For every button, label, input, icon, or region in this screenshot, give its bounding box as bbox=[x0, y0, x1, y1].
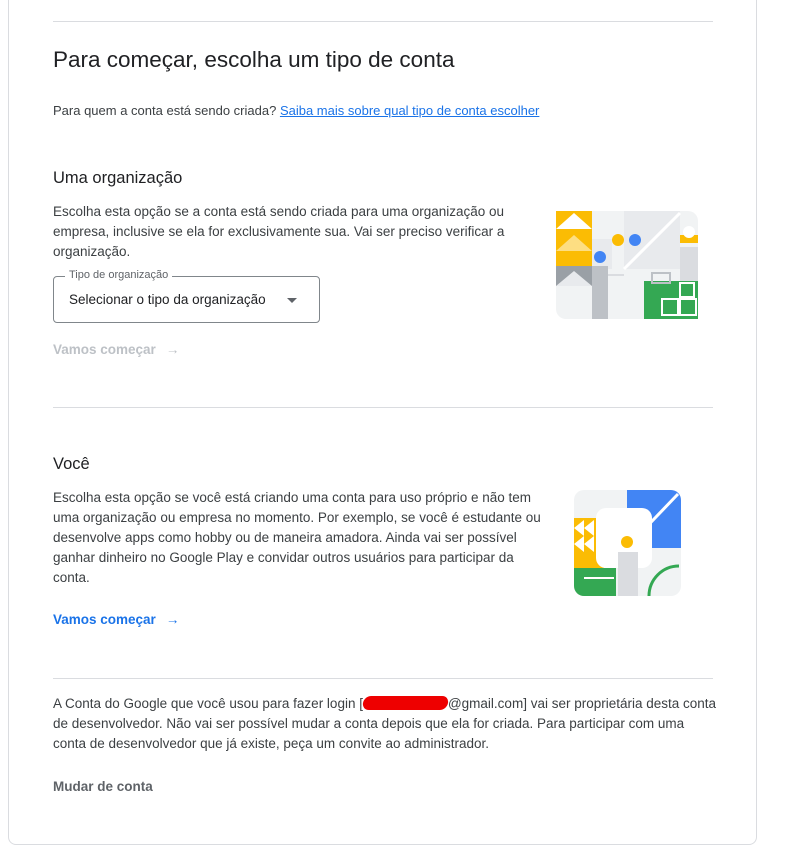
subtitle-text: Para quem a conta está sendo criada? bbox=[53, 103, 277, 118]
caret-down-icon bbox=[287, 298, 297, 303]
personal-description: Escolha esta opção se você está criando … bbox=[53, 490, 541, 585]
organization-start-label: Vamos começar bbox=[53, 342, 156, 357]
top-divider bbox=[53, 21, 713, 22]
arrow-right-icon: → bbox=[165, 612, 180, 627]
arrow-right-icon: → bbox=[165, 342, 180, 357]
footer-divider bbox=[53, 678, 713, 679]
redacted-email bbox=[361, 696, 450, 710]
page-subtitle: Para quem a conta está sendo criada? Sai… bbox=[53, 103, 539, 118]
organization-start-button[interactable]: Vamos começar → bbox=[53, 342, 179, 357]
middle-divider bbox=[53, 407, 713, 408]
learn-more-link[interactable]: Saiba mais sobre qual tipo de conta esco… bbox=[280, 103, 539, 118]
personal-start-button[interactable]: Vamos começar → bbox=[53, 612, 179, 627]
organization-type-value: Selecionar o tipo da organização bbox=[69, 292, 266, 307]
organization-type-select[interactable]: Tipo de organização Selecionar o tipo da… bbox=[53, 269, 320, 323]
personal-start-label: Vamos começar bbox=[53, 612, 156, 627]
organization-type-label: Tipo de organização bbox=[65, 269, 173, 281]
notice-text-start: A Conta do Google que você usou para faz… bbox=[53, 696, 363, 711]
organization-description: Escolha esta opção se a conta está sendo… bbox=[53, 204, 505, 259]
switch-account-button[interactable]: Mudar de conta bbox=[53, 779, 153, 794]
organization-heading: Uma organização bbox=[53, 169, 183, 187]
account-ownership-notice: A Conta do Google que você usou para faz… bbox=[53, 694, 718, 754]
page-title: Para começar, escolha um tipo de conta bbox=[53, 47, 455, 72]
organization-illustration-icon bbox=[556, 211, 698, 319]
personal-illustration-icon bbox=[574, 490, 681, 596]
personal-heading: Você bbox=[53, 455, 90, 473]
email-domain: @gmail.com bbox=[447, 696, 524, 711]
